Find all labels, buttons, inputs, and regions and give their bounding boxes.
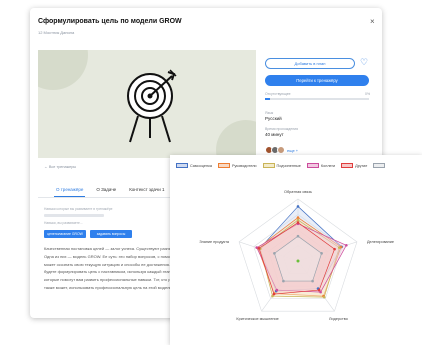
decor-blob [216,120,256,158]
data-point [311,279,314,283]
axis-label: Делегирование [367,240,394,244]
participants-avatars[interactable]: еще + [265,146,298,154]
axis-label: Лидерство [329,317,348,321]
page-title: Сформулировать цель по модели GROW [38,18,182,25]
skills-hint: Навыки которые вы развиваете в тренажёре [44,207,113,211]
duration-value: 40 минут [265,132,284,137]
data-point [317,288,321,292]
data-point [275,288,279,292]
data-point [320,252,323,255]
data-point [296,218,300,222]
data-point [333,247,336,251]
add-to-plan-button[interactable]: Добавить в план [265,58,355,69]
language-label: Язык [265,111,274,115]
go-to-trainer-button[interactable]: Перейти к тренажёру [265,75,369,86]
back-link[interactable]: ← Все тренажеры [44,165,76,169]
progress-fill [265,98,271,100]
skill-pill[interactable]: задавать вопросы [90,230,132,238]
tab-about-task[interactable]: О Задаче [94,184,118,197]
modal-subtitle: 12 Мостник Данила [38,30,75,35]
data-point [282,279,285,283]
target-icon [127,69,177,143]
progress-bar [265,98,369,100]
data-point [296,234,300,238]
data-point [296,205,300,208]
radar-chart: Обратная связь Делегирование Лидерство Крит… [199,190,394,321]
tab-about-trainer[interactable]: О тренажёре [54,184,86,197]
progress-percent: 0% [365,92,371,96]
axis-label: Знание продукта [199,240,230,244]
divider-line [44,214,104,217]
data-point [273,252,276,255]
skill-pill[interactable]: целеполагание GROW [44,230,86,238]
data-point [296,216,300,219]
axis-label: Обратная связь [284,190,312,194]
heart-icon[interactable]: ♡ [360,57,368,67]
data-point [272,292,276,296]
avatars-more-link[interactable]: еще + [287,148,298,153]
center-marker [296,259,300,263]
progress-label: Отсутствующее [265,92,291,96]
data-point [255,246,259,249]
decor-blob [38,50,88,90]
data-point [296,221,300,224]
data-point [322,295,326,299]
avatar [277,146,285,154]
radar-chart-panel: Самооценка Руководители Подчиненные Коллеги… [170,155,422,345]
close-icon[interactable]: × [370,18,375,26]
tab-context[interactable]: Контекст здачи 1 [127,184,166,197]
course-illustration [38,50,256,158]
axis-label: Критическое мышление [236,317,278,321]
data-point [345,243,348,247]
skills-chip-label: Навыки, вы развиваете... [44,221,83,225]
duration-label: Время прохождения [265,127,298,131]
data-point [337,246,341,249]
language-value: Русский [265,116,282,121]
data-point [257,247,261,250]
